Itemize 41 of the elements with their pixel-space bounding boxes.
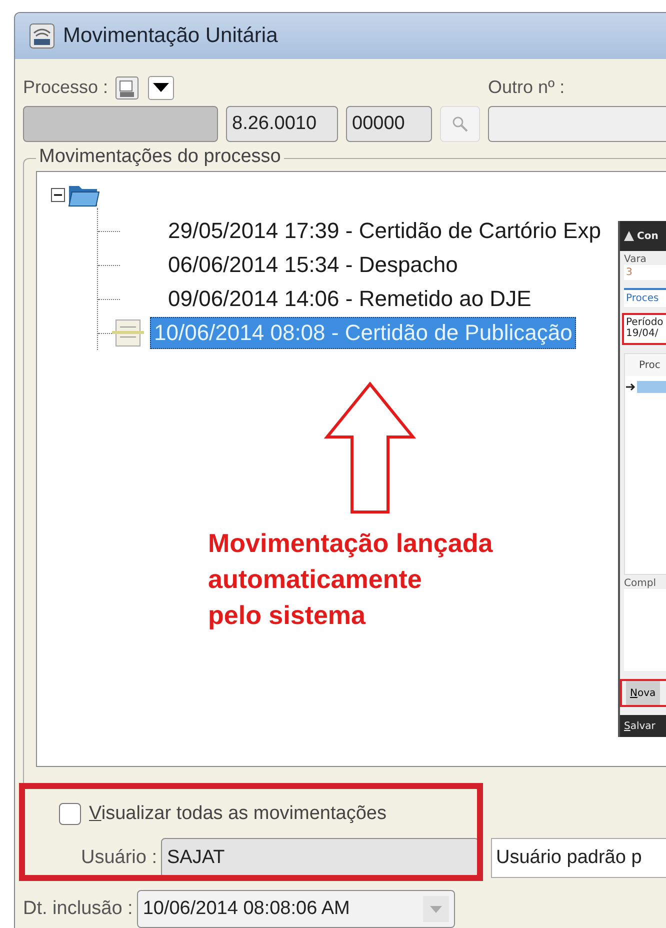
user-label: Usuário : xyxy=(80,847,158,869)
tree-item[interactable]: 09/06/2014 14:06 - Remetido ao DJE xyxy=(164,283,536,316)
other-number-field[interactable] xyxy=(488,106,666,142)
save-button[interactable]: Salvar xyxy=(620,715,666,737)
process-number-field[interactable] xyxy=(23,106,218,142)
other-number-label: Outro nº : xyxy=(488,77,566,98)
new-button[interactable]: Nova xyxy=(626,681,660,706)
app-icon xyxy=(29,22,55,49)
field-label: Período xyxy=(626,316,664,328)
warning-icon xyxy=(624,231,634,241)
process-number-field[interactable]: 8.26.0010 xyxy=(226,106,338,142)
up-arrow-icon xyxy=(324,381,416,516)
checkbox[interactable] xyxy=(59,803,81,825)
user-field[interactable]: SAJAT xyxy=(161,838,479,878)
window-title: Movimentação Unitária xyxy=(63,24,278,48)
document-icon[interactable] xyxy=(114,74,140,101)
search-icon xyxy=(452,116,468,132)
process-label: Processo : xyxy=(23,77,108,98)
search-button[interactable] xyxy=(440,106,480,142)
inclusion-date-label: Dt. inclusão : xyxy=(23,898,134,920)
process-number-field[interactable]: 00000 xyxy=(346,106,432,142)
dropdown-icon[interactable] xyxy=(422,896,449,922)
dialog-title: Con xyxy=(637,230,658,242)
column-header: Proc xyxy=(639,360,660,371)
input-field[interactable]: 19/04/ xyxy=(626,328,666,339)
tree-item[interactable]: 06/06/2014 15:34 - Despacho xyxy=(164,249,462,282)
field-label: Compl xyxy=(623,577,657,590)
annotation-text: Movimentação lançada automaticamente pelo sistema xyxy=(208,527,493,632)
dropdown-button[interactable] xyxy=(148,76,174,100)
inclusion-date-field[interactable]: 10/06/2014 08:08:06 AM xyxy=(136,890,455,928)
tree-item[interactable]: 29/05/2014 17:39 - Certidão de Cartório Exp xyxy=(164,215,605,248)
table-cell[interactable] xyxy=(637,381,666,394)
user-description-field: Usuário padrão p xyxy=(491,838,666,878)
document-icon xyxy=(112,318,144,348)
group-title: Movimentações do processo xyxy=(36,146,284,168)
checkbox-label[interactable]: Visualizar todas as movimentações xyxy=(89,803,386,825)
caret-icon xyxy=(153,83,170,92)
field-label: Vara xyxy=(623,253,648,265)
collapse-icon[interactable] xyxy=(51,188,65,202)
tab[interactable]: Proces xyxy=(624,288,666,307)
row-pointer-icon xyxy=(625,382,637,392)
